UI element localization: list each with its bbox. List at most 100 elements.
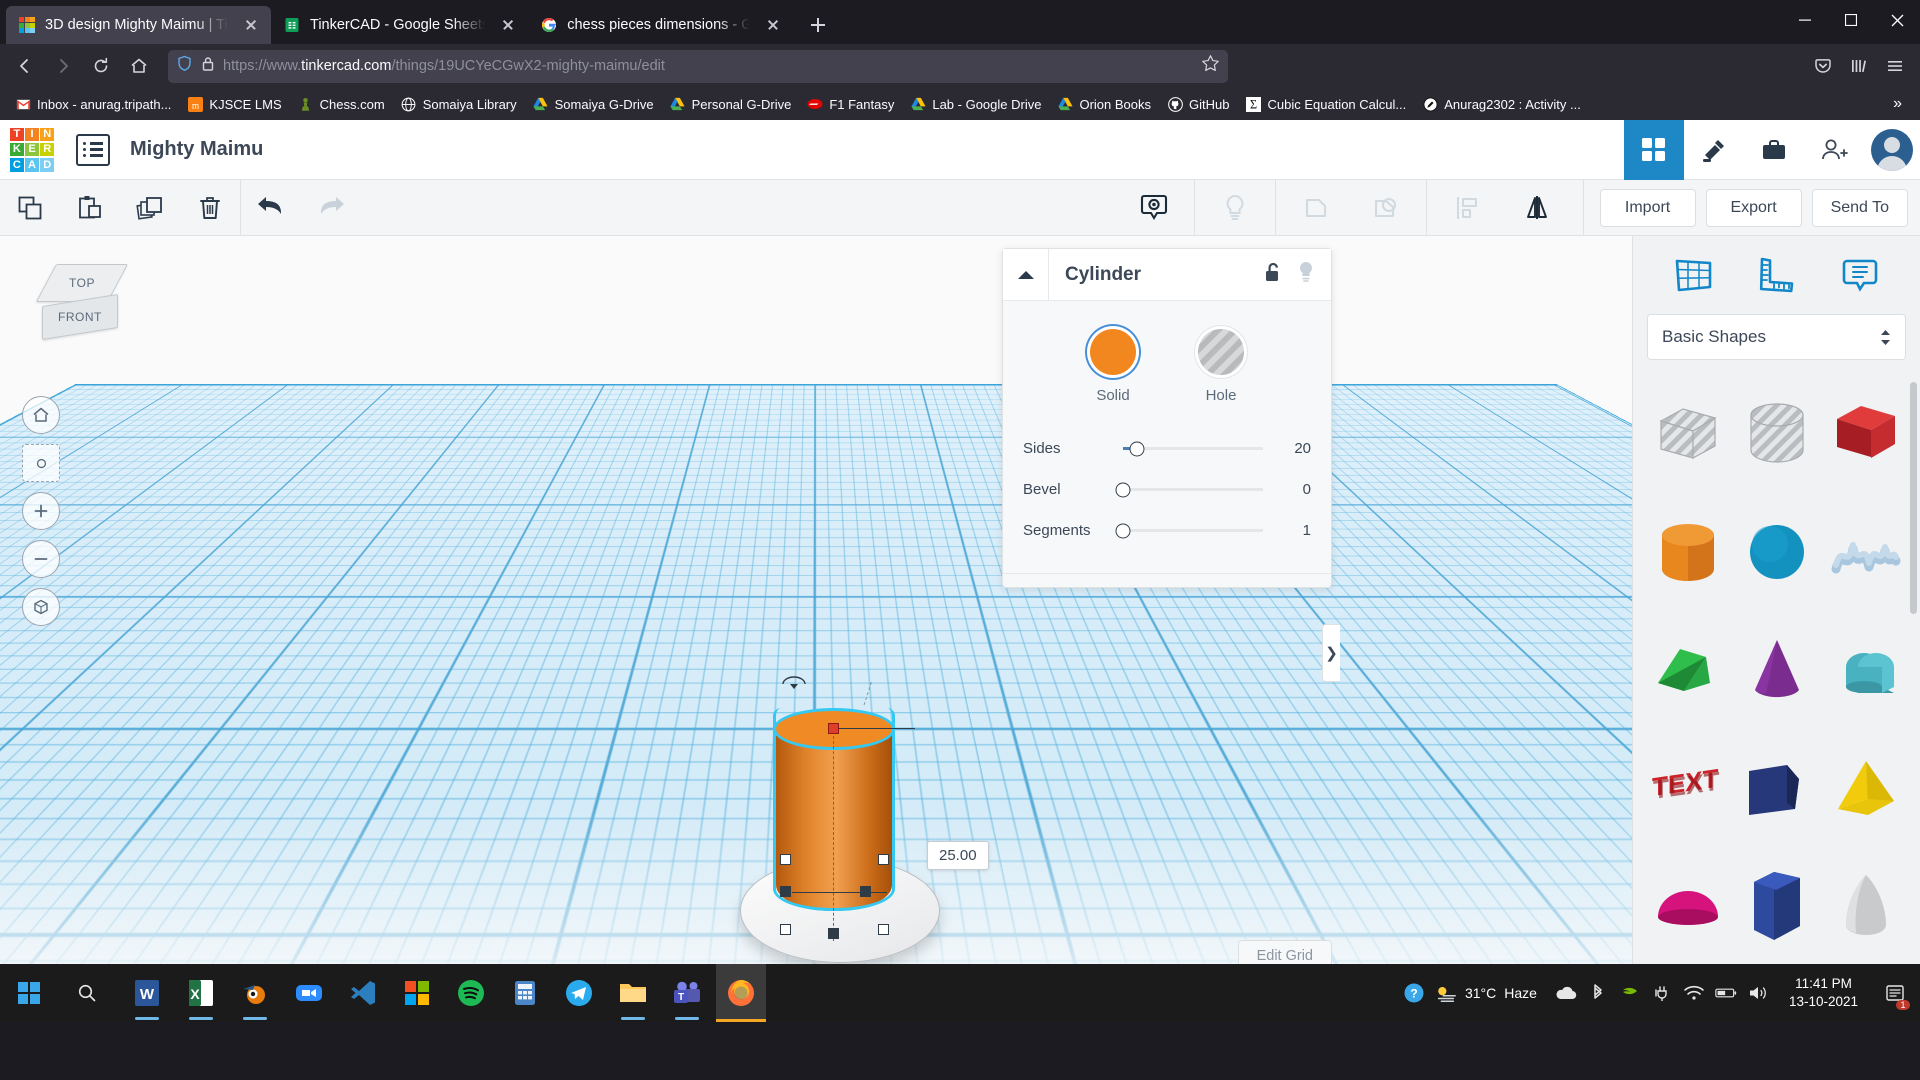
unlocked-icon[interactable]: [1264, 261, 1283, 288]
light-bulb-icon[interactable]: [1297, 260, 1315, 289]
pocket-icon[interactable]: [1806, 49, 1840, 83]
close-icon[interactable]: [763, 15, 783, 35]
shape-pyramid[interactable]: [1821, 736, 1910, 840]
solid-option[interactable]: Solid: [1090, 329, 1136, 404]
microsoft-store-icon[interactable]: [392, 964, 442, 1022]
chevron-right-icon[interactable]: ❯: [1322, 624, 1340, 682]
back-button[interactable]: [8, 49, 42, 83]
import-button[interactable]: Import: [1599, 188, 1696, 227]
shape-cylinder[interactable]: [1643, 500, 1732, 604]
weather-widget[interactable]: 31°C Haze: [1435, 982, 1545, 1004]
corner-handle-top-left[interactable]: [780, 854, 791, 865]
shape-half-sphere[interactable]: [1643, 854, 1732, 958]
edge-handle-left[interactable]: [780, 886, 791, 897]
word-icon[interactable]: W: [122, 964, 172, 1022]
slider-track[interactable]: [1115, 482, 1263, 497]
3d-canvas[interactable]: TOP FRONT 25.00 Cylinder Solid Hole Side…: [0, 236, 1632, 1022]
shape-cone[interactable]: [1732, 618, 1821, 722]
search-icon[interactable]: [58, 964, 116, 1022]
windows-start-icon[interactable]: [0, 964, 58, 1022]
minimize-button[interactable]: [1782, 0, 1828, 40]
undo-icon[interactable]: [241, 180, 301, 236]
shield-icon[interactable]: [176, 55, 193, 77]
shape-category-select[interactable]: Basic Shapes: [1647, 314, 1906, 360]
browser-tab-1[interactable]: TinkerCAD - Google Sheets: [271, 6, 528, 44]
reload-button[interactable]: [84, 49, 118, 83]
bluetooth-icon[interactable]: [1587, 982, 1609, 1004]
project-menu-button[interactable]: [76, 133, 110, 166]
ruler-icon[interactable]: [1750, 249, 1802, 301]
firefox-icon[interactable]: [716, 964, 766, 1022]
tinkercad-logo-icon[interactable]: TIN KER CAD: [10, 127, 54, 172]
notifications-button[interactable]: 1: [1878, 964, 1912, 1022]
microsoft-teams-icon[interactable]: T: [662, 964, 712, 1022]
blocks-icon[interactable]: [1624, 119, 1684, 180]
help-circle-icon[interactable]: ?: [1403, 982, 1425, 1004]
chevron-up-icon[interactable]: [1003, 248, 1049, 301]
paste-icon[interactable]: [60, 180, 120, 236]
shape-paraboloid[interactable]: [1821, 854, 1910, 958]
browser-tab-2[interactable]: chess pieces dimensions - Goog: [528, 6, 793, 44]
close-icon[interactable]: [498, 15, 518, 35]
view-cube[interactable]: TOP FRONT: [35, 264, 129, 352]
shape-hexagon-prism[interactable]: [1732, 854, 1821, 958]
slider-value[interactable]: 1: [1277, 522, 1311, 539]
slider-knob[interactable]: [1115, 482, 1131, 497]
wifi-icon[interactable]: [1683, 982, 1705, 1004]
home-button[interactable]: [122, 49, 156, 83]
library-icon[interactable]: [1842, 49, 1876, 83]
slider-track[interactable]: [1115, 523, 1263, 538]
shape-box[interactable]: [1821, 382, 1910, 486]
shape-roof[interactable]: [1821, 618, 1910, 722]
shape-wedge[interactable]: [1643, 618, 1732, 722]
forward-button[interactable]: [46, 49, 80, 83]
bookmark-item[interactable]: Lab - Google Drive: [903, 92, 1048, 116]
bookmark-item[interactable]: Anurag2302 : Activity ...: [1415, 92, 1588, 116]
close-button[interactable]: [1874, 0, 1920, 40]
bookmark-item[interactable]: Orion Books: [1050, 92, 1158, 116]
spotify-icon[interactable]: [446, 964, 496, 1022]
mirror-icon[interactable]: [1507, 180, 1567, 236]
avatar[interactable]: [1864, 120, 1920, 180]
close-icon[interactable]: [241, 15, 261, 35]
briefcase-icon[interactable]: [1744, 120, 1804, 180]
corner-handle-bottom-right[interactable]: [878, 924, 889, 935]
solid-swatch[interactable]: [1090, 329, 1136, 375]
battery-icon[interactable]: [1715, 982, 1737, 1004]
shapes-gallery[interactable]: TEXT TEXT: [1633, 374, 1920, 1022]
nvidia-icon[interactable]: [1619, 982, 1641, 1004]
blender-icon[interactable]: [230, 964, 280, 1022]
shape-text[interactable]: TEXT TEXT: [1643, 736, 1732, 840]
grid-workplane-icon[interactable]: [1667, 249, 1719, 301]
address-bar[interactable]: https://www.tinkercad.com/things/19UCYeC…: [168, 49, 1228, 83]
corner-handle-bottom-left[interactable]: [780, 924, 791, 935]
shape-box-hole[interactable]: [1643, 382, 1732, 486]
duplicate-icon[interactable]: [120, 180, 180, 236]
taskbar-clock[interactable]: 11:41 PM 13-10-2021: [1779, 975, 1868, 1011]
bookmark-item[interactable]: GitHub: [1160, 92, 1236, 116]
bookmark-item[interactable]: Chess.com: [291, 92, 392, 116]
zoom-in-icon[interactable]: [22, 492, 60, 530]
delete-icon[interactable]: [180, 180, 240, 236]
shape-cylinder-hole[interactable]: [1732, 382, 1821, 486]
hole-option[interactable]: Hole: [1198, 329, 1244, 404]
zoom-out-icon[interactable]: [22, 540, 60, 578]
slider-knob[interactable]: [1115, 523, 1131, 538]
lock-icon[interactable]: [201, 56, 215, 77]
bookmark-item[interactable]: Σ Cubic Equation Calcul...: [1238, 92, 1413, 116]
bookmark-item[interactable]: Inbox - anurag.tripath...: [8, 92, 178, 116]
home-view-icon[interactable]: [22, 396, 60, 434]
bookmark-star-icon[interactable]: [1201, 54, 1220, 78]
zoom-icon[interactable]: [284, 964, 334, 1022]
bookmark-item[interactable]: Somaiya Library: [394, 92, 524, 116]
copy-icon[interactable]: [0, 180, 60, 236]
rotate-handle-top[interactable]: [780, 674, 808, 690]
bookmark-item[interactable]: m KJSCE LMS: [180, 92, 288, 116]
maximize-button[interactable]: [1828, 0, 1874, 40]
plug-icon[interactable]: [1651, 982, 1673, 1004]
vscode-icon[interactable]: [338, 964, 388, 1022]
bookmark-item[interactable]: Somaiya G-Drive: [526, 92, 661, 116]
volume-icon[interactable]: [1747, 982, 1769, 1004]
edge-handle-bottom[interactable]: [828, 928, 839, 939]
dimension-label[interactable]: 25.00: [927, 841, 989, 870]
